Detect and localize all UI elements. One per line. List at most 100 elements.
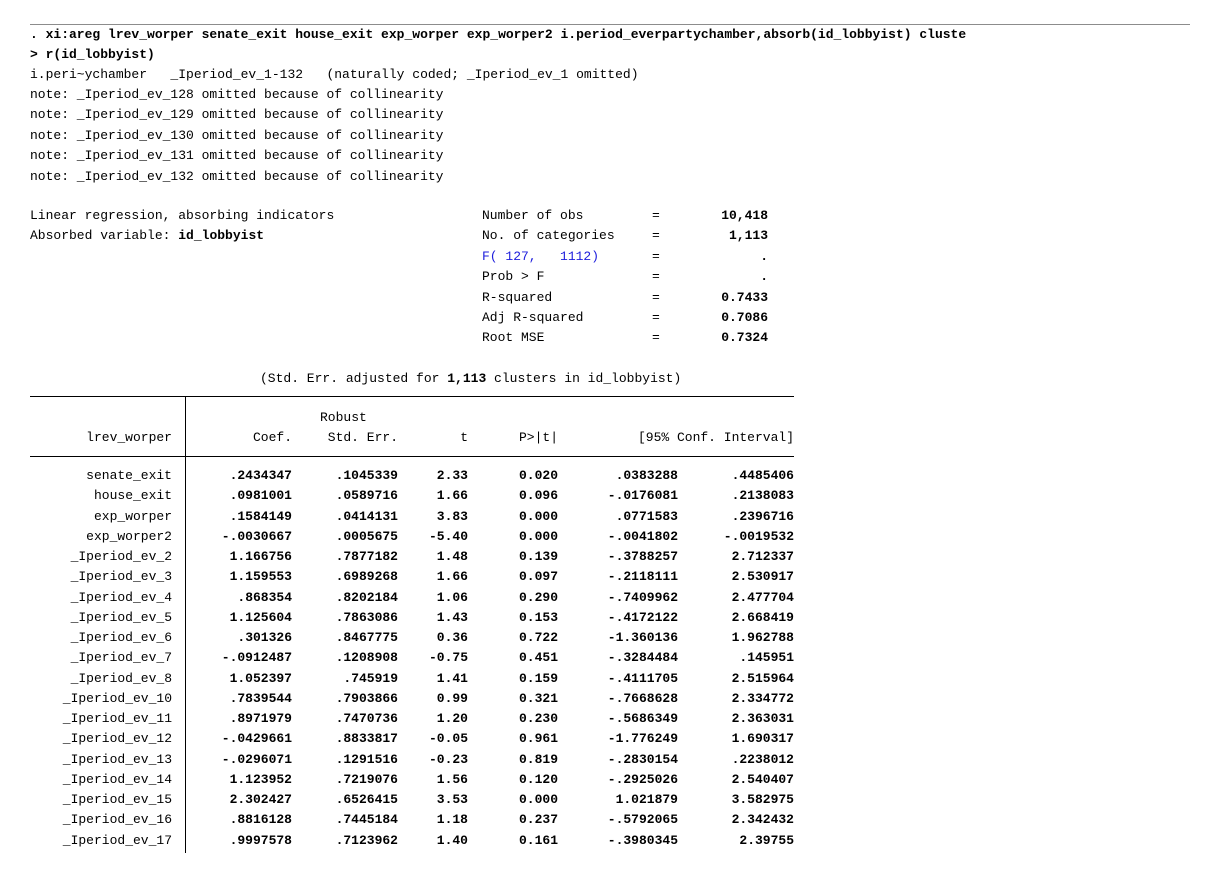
- coef-header: Coef.: [252, 430, 292, 445]
- ci-upper: .145951: [739, 650, 794, 666]
- t-value: 1.20: [436, 711, 468, 726]
- p-value: 0.722: [518, 630, 558, 645]
- t-value: 1.41: [436, 670, 468, 686]
- ci-upper: 2.712337: [731, 549, 794, 564]
- p-value: 0.230: [518, 711, 558, 726]
- variable-name: _Iperiod_ev_14: [62, 771, 172, 787]
- t-value: 1.18: [436, 812, 468, 828]
- ci-lower: -.2118111: [607, 569, 678, 585]
- t-value: 0.99: [436, 690, 468, 706]
- f-test-link[interactable]: F( 127, 1112): [482, 247, 599, 267]
- ci-upper: .2238012: [731, 751, 794, 767]
- coef-value: .9997578: [229, 832, 292, 848]
- variable-name: _Iperiod_ev_8: [70, 670, 172, 686]
- p-value: 0.961: [518, 731, 558, 747]
- variable-name: _Iperiod_ev_7: [70, 650, 172, 666]
- stat-value: 0.7433: [721, 289, 768, 305]
- p-value: 0.153: [518, 609, 558, 625]
- coef-value: .868354: [237, 589, 292, 605]
- ci-lower: -.4172122: [607, 609, 678, 625]
- stderr-value: .745919: [343, 670, 398, 686]
- stderr-value: .8202184: [335, 589, 398, 605]
- p-value: 0.451: [518, 650, 558, 666]
- ci-lower: -.0176081: [607, 488, 678, 504]
- coef-value: .8816128: [229, 812, 292, 828]
- cluster-count: 1,113: [447, 371, 487, 386]
- ci-lower: 1.021879: [615, 792, 678, 807]
- ci-upper: 2.334772: [731, 690, 794, 706]
- coef-value: .8971979: [229, 711, 292, 726]
- ci-upper: 2.530917: [731, 569, 794, 585]
- table-header-rule: [30, 456, 794, 457]
- ci-upper: 2.363031: [731, 711, 794, 726]
- stderr-value: .8467775: [335, 630, 398, 645]
- ci-lower: -.5686349: [607, 711, 678, 726]
- stat-value: 1,113: [728, 228, 768, 244]
- stderr-value: .7903866: [335, 690, 398, 706]
- coef-value: .0981001: [229, 488, 292, 504]
- ci-lower: -.4111705: [607, 670, 678, 686]
- t-value: 0.36: [436, 630, 468, 645]
- stat-label: Adj R-squared: [482, 310, 584, 325]
- stat-label: Root MSE: [482, 330, 545, 346]
- ci-upper: 2.342432: [731, 812, 794, 828]
- t-value: 1.06: [436, 589, 468, 605]
- stat-equals: =: [652, 289, 660, 305]
- stderr-value: .1045339: [335, 468, 398, 483]
- stat-equals: =: [652, 228, 660, 244]
- p-value: 0.139: [518, 549, 558, 564]
- stata-results-window: . xi:areg lrev_worper senate_exit house_…: [30, 24, 1190, 853]
- variable-name: _Iperiod_ev_3: [70, 569, 172, 585]
- t-value: 1.66: [436, 488, 468, 504]
- stderr-value: .0589716: [335, 488, 398, 504]
- absorbed-variable-line: Absorbed variable: id_lobbyist: [30, 226, 264, 246]
- p-value: 0.097: [518, 569, 558, 585]
- stderr-value: .8833817: [335, 731, 398, 747]
- p-value: 0.096: [518, 488, 558, 504]
- ci-lower: -.2830154: [607, 751, 678, 767]
- coef-value: .1584149: [229, 508, 292, 524]
- ci-upper: 2.477704: [731, 589, 794, 605]
- stderr-value: .7219076: [335, 771, 398, 787]
- variable-name: _Iperiod_ev_11: [62, 711, 172, 726]
- model-title: Linear regression, absorbing indicators: [30, 208, 335, 223]
- stderr-value: .7445184: [335, 812, 398, 828]
- stat-label: R-squared: [482, 289, 553, 305]
- coef-value: 1.123952: [229, 771, 292, 787]
- t-value: -0.75: [428, 650, 468, 666]
- stderr-header: Std. Err.: [327, 430, 398, 445]
- ci-lower: -1.776249: [607, 731, 678, 747]
- variable-name: _Iperiod_ev_12: [62, 731, 172, 747]
- stat-value: 0.7324: [721, 330, 768, 346]
- stat-label: Number of obs: [482, 208, 584, 223]
- p-value: 0.290: [518, 589, 558, 605]
- p-value: 0.000: [518, 508, 558, 524]
- collinearity-note: note: _Iperiod_ev_129 omitted because of…: [30, 107, 444, 123]
- p-value: 0.120: [518, 771, 558, 787]
- p-value: 0.000: [518, 528, 558, 544]
- p-value: 0.321: [518, 690, 558, 706]
- absorbed-label: Absorbed variable:: [30, 228, 179, 243]
- ci-lower: -.7668628: [607, 690, 678, 706]
- stderr-value: .7877182: [335, 549, 398, 564]
- ci-lower: .0383288: [615, 468, 678, 483]
- coef-value: 1.159553: [229, 569, 292, 585]
- p-value: 0.159: [518, 670, 558, 686]
- ci-lower: -.2925026: [607, 771, 678, 787]
- ci-upper: 2.39755: [739, 832, 794, 848]
- t-value: 1.43: [436, 609, 468, 625]
- t-value: 1.40: [436, 832, 468, 848]
- ci-upper: .4485406: [731, 468, 794, 483]
- collinearity-note: note: _Iperiod_ev_131 omitted because of…: [30, 148, 444, 164]
- stat-value: 10,418: [721, 208, 768, 223]
- ci-upper: 1.962788: [731, 630, 794, 645]
- stat-value: .: [760, 269, 768, 285]
- p-value: 0.161: [518, 832, 558, 848]
- stderr-value: .7863086: [335, 609, 398, 625]
- t-value: 1.56: [436, 771, 468, 787]
- variable-name: _Iperiod_ev_6: [70, 630, 172, 645]
- coef-value: -.0030667: [221, 528, 292, 544]
- coef-value: 2.302427: [229, 792, 292, 807]
- coef-value: .301326: [237, 630, 292, 645]
- ci-lower: .0771583: [615, 508, 678, 524]
